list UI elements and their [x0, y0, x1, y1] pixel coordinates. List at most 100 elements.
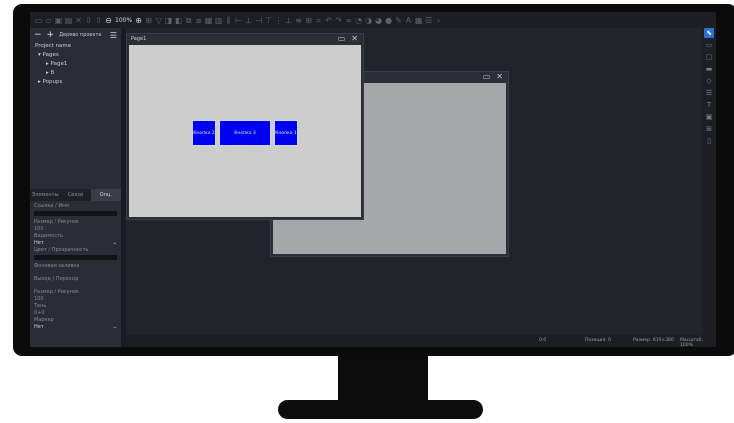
- list-icon[interactable]: ☰: [424, 16, 433, 25]
- filter-icon[interactable]: ▽: [154, 16, 163, 25]
- prop-label-transition: Выход / Переход: [34, 276, 79, 282]
- visibility-select[interactable]: Нет ⌄: [34, 240, 117, 247]
- marker-select[interactable]: Нет ⌄: [34, 324, 117, 331]
- prop-name-field[interactable]: [34, 211, 117, 216]
- undo-icon[interactable]: ↶: [324, 16, 333, 25]
- tree-item-page2-label: B: [50, 70, 55, 76]
- zoom-in-icon[interactable]: ⊕: [134, 16, 143, 25]
- rectangle-tool-icon[interactable]: ▭: [704, 40, 714, 50]
- prop-shadow-value[interactable]: 0+0: [34, 310, 117, 317]
- tab-links[interactable]: Связи: [60, 189, 90, 201]
- tool-c-icon[interactable]: ◕: [374, 16, 383, 25]
- tab-elements[interactable]: Элементы: [30, 189, 60, 201]
- frame-tool-icon[interactable]: ▢: [704, 52, 714, 62]
- menu-icon[interactable]: ☰: [110, 31, 117, 40]
- bring-forward-icon[interactable]: ◨: [164, 16, 173, 25]
- save-as-icon[interactable]: ▤: [64, 16, 73, 25]
- pen-icon[interactable]: ✎: [394, 16, 403, 25]
- align-middle-icon[interactable]: ⋮: [274, 16, 283, 25]
- visibility-select-value: Нет: [34, 240, 44, 246]
- prop-size-value[interactable]: 100: [34, 226, 117, 233]
- page-canvas[interactable]: Кнопка 2 Кнопка 3 Кнопка 1: [129, 45, 361, 217]
- distribute-h-icon[interactable]: ⫼: [224, 16, 233, 25]
- tool-d-icon[interactable]: ●: [384, 16, 393, 25]
- maximize-icon[interactable]: ▭: [338, 34, 346, 43]
- open-folder-icon[interactable]: ▱: [44, 16, 53, 25]
- close-icon[interactable]: ✕: [74, 16, 83, 25]
- status-position: Позиция: 0: [585, 338, 611, 343]
- ungroup-icon[interactable]: ▥: [214, 16, 223, 25]
- canvas-button-1[interactable]: Кнопка 1: [274, 120, 298, 146]
- add-button[interactable]: +: [47, 30, 55, 40]
- right-tool-strip: ⬉ ▭ ▢ ▬ ◇ ☰ T ▣ ⊞ ▯: [702, 28, 716, 347]
- tree-item-pages-label: Pages: [42, 52, 59, 58]
- arrange-icon[interactable]: ⊞: [144, 16, 153, 25]
- prop-label-visibility: Видимость: [34, 233, 63, 239]
- send-back-icon[interactable]: ⧈: [194, 16, 203, 25]
- redo-icon[interactable]: ↷: [334, 16, 343, 25]
- zoom-level[interactable]: 100%: [114, 17, 133, 24]
- image-tool-icon[interactable]: ▣: [704, 112, 714, 122]
- panel-tool-icon[interactable]: ▯: [704, 136, 714, 146]
- pointer-tool-icon[interactable]: ⬉: [704, 28, 714, 38]
- align-left-icon[interactable]: ⊢: [234, 16, 243, 25]
- close-icon[interactable]: ✕: [496, 72, 503, 81]
- link-icon[interactable]: ∞: [344, 16, 353, 25]
- button-tool-icon[interactable]: ▬: [704, 64, 714, 74]
- tree-item-pages[interactable]: ▾ Pages: [35, 51, 121, 60]
- tool-b-icon[interactable]: ◑: [364, 16, 373, 25]
- forward-icon[interactable]: ›: [434, 16, 443, 25]
- close-icon[interactable]: ✕: [351, 34, 358, 43]
- prop-label-size-2: Размер / Рисунок: [34, 289, 79, 295]
- tree-item-page1-label: Page1: [50, 61, 68, 67]
- align-center-icon[interactable]: ⊥: [244, 16, 253, 25]
- status-bar: 0:0 Позиция: 0 Размер: 610×380 Масштаб: …: [126, 335, 703, 347]
- save-icon[interactable]: ▣: [54, 16, 63, 25]
- status-zoom: Масштаб: 100%: [680, 338, 703, 347]
- send-backward-icon[interactable]: ◧: [174, 16, 183, 25]
- list-tool-icon[interactable]: ☰: [704, 88, 714, 98]
- tool-a-icon[interactable]: ◔: [354, 16, 363, 25]
- monitor-stand-neck: [338, 356, 428, 404]
- tree-item-popups[interactable]: ▸ Popups: [35, 78, 121, 87]
- tree-item-page1[interactable]: ▸ Page1: [35, 60, 121, 69]
- tree-root[interactable]: Project name: [35, 42, 121, 51]
- main-toolbar: ▭ ▱ ▣ ▤ ✕ ⇩ ⇧ ⊖ 100% ⊕ ⊞ ▽ ◨ ◧ ⧉ ⧈ ▦ ▥ ⫼…: [30, 12, 716, 28]
- bring-front-icon[interactable]: ⧉: [184, 16, 193, 25]
- distribute-v-icon[interactable]: ≡: [294, 16, 303, 25]
- chevron-down-icon: ⌄: [112, 324, 117, 330]
- snap-icon[interactable]: ⌗: [314, 16, 323, 25]
- collapse-button[interactable]: −: [34, 30, 42, 40]
- new-file-icon[interactable]: ▭: [34, 16, 43, 25]
- monitor-stand-base: [278, 400, 483, 419]
- maximize-icon[interactable]: ▭: [483, 72, 491, 81]
- canvas-button-2[interactable]: Кнопка 2: [192, 120, 216, 146]
- text-icon[interactable]: Ꭺ: [404, 16, 413, 25]
- tab-options[interactable]: Опц.: [90, 189, 121, 201]
- prop-label-marker: Маркер: [34, 317, 54, 323]
- zoom-out-icon[interactable]: ⊖: [104, 16, 113, 25]
- canvas-button-3[interactable]: Кнопка 3: [219, 120, 271, 146]
- project-tree-header: − + Дерево проекта ☰: [30, 28, 121, 42]
- canvas-area[interactable]: ▭ ✕ Page1 ▭ ✕ Кнопка 2 Кнопка 3 Кнопка 1: [126, 28, 702, 335]
- window-titlebar[interactable]: Page1 ▭ ✕: [127, 34, 363, 43]
- prop-label-color: Цвет / Прозрачность: [34, 247, 89, 253]
- prop-size-value-2[interactable]: 100: [34, 296, 117, 303]
- export-icon[interactable]: ⇩: [84, 16, 93, 25]
- prop-label-size: Размер / Рисунок: [34, 219, 79, 225]
- group-icon[interactable]: ▦: [204, 16, 213, 25]
- tree-item-page2[interactable]: ▸ B: [35, 69, 121, 78]
- tree-item-popups-label: Popups: [42, 79, 63, 85]
- align-right-icon[interactable]: ⊣: [254, 16, 263, 25]
- text-tool-icon[interactable]: T: [704, 100, 714, 110]
- shape-tool-icon[interactable]: ◇: [704, 76, 714, 86]
- import-icon[interactable]: ⇧: [94, 16, 103, 25]
- table-icon[interactable]: ▦: [414, 16, 423, 25]
- prop-color-field[interactable]: [34, 255, 117, 260]
- grid-tool-icon[interactable]: ⊞: [704, 124, 714, 134]
- marker-select-value: Нет: [34, 324, 44, 330]
- align-bottom-icon[interactable]: ⊥: [284, 16, 293, 25]
- page-window-front[interactable]: Page1 ▭ ✕ Кнопка 2 Кнопка 3 Кнопка 1: [126, 33, 364, 220]
- align-top-icon[interactable]: ⊤: [264, 16, 273, 25]
- grid-icon[interactable]: ⊞: [304, 16, 313, 25]
